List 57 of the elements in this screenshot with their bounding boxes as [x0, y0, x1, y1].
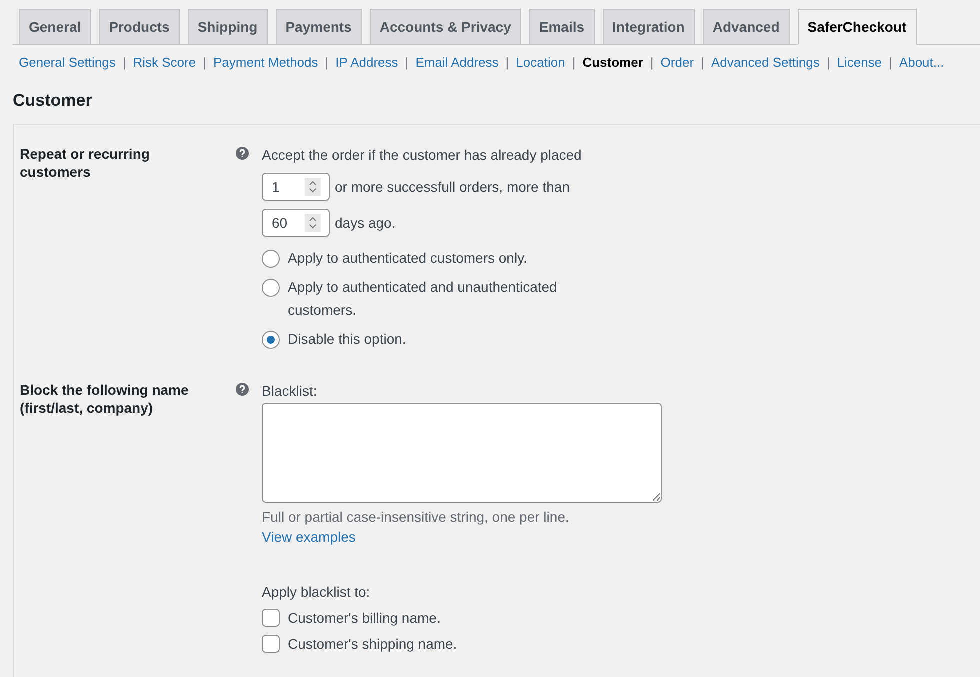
tab[interactable]: Accounts & Privacy [370, 9, 522, 45]
tab[interactable]: Integration [602, 9, 695, 45]
link-separator: | [506, 55, 510, 70]
link-separator: | [826, 55, 830, 70]
field-suffix: or more successfull orders, more than [335, 178, 570, 197]
radio-button[interactable] [262, 331, 280, 349]
view-examples-link[interactable]: View examples [262, 527, 356, 547]
subnav-link[interactable]: Order [660, 55, 694, 70]
subnav-link[interactable]: Risk Score [133, 55, 196, 70]
subnav-link[interactable]: General Settings [19, 55, 116, 70]
tab[interactable]: Advanced [702, 9, 790, 45]
spinner-arrows-icon[interactable] [305, 214, 321, 232]
checkbox[interactable] [262, 609, 280, 627]
link-separator: | [405, 55, 409, 70]
link-separator: | [701, 55, 704, 70]
subnav-link[interactable]: IP Address [336, 55, 398, 70]
number-field[interactable]: 1 [262, 173, 330, 201]
setting-intro: Accept the order if the customer has already placed [262, 146, 582, 165]
subnav-link[interactable]: Advanced Settings [711, 55, 820, 70]
radio-label: Apply to authenticated and unauthenticated customers. [288, 278, 558, 320]
spinner-arrows-icon[interactable] [305, 178, 321, 196]
checkbox[interactable] [262, 635, 280, 653]
subnav-link[interactable]: License [837, 55, 882, 70]
section-title: Customer [13, 91, 94, 111]
checkbox-label: Customer's shipping name. [288, 635, 458, 654]
subnav-link[interactable]: Email Address [416, 55, 499, 70]
subnav-link[interactable]: Payment Methods [213, 55, 318, 70]
help-icon[interactable] [236, 383, 249, 396]
apply-label: Apply blacklist to: [262, 583, 370, 602]
setting-label: Block the following name (first/last, company) [20, 381, 190, 418]
link-separator: | [203, 55, 206, 70]
subnav-link[interactable]: Customer [582, 55, 644, 70]
tab[interactable]: SaferCheckout [798, 9, 917, 45]
link-separator: | [122, 55, 126, 70]
tab[interactable]: Payments [276, 9, 362, 45]
link-separator: | [325, 55, 329, 70]
number-field[interactable]: 60 [262, 209, 330, 237]
help-icon[interactable] [236, 147, 249, 160]
checkbox-label: Customer's billing name. [288, 609, 441, 628]
tab[interactable]: General [19, 9, 92, 45]
radio-label: Apply to authenticated customers only. [288, 249, 528, 268]
field-suffix: days ago. [335, 214, 396, 233]
tab[interactable]: Products [99, 9, 180, 45]
field-label: Blacklist: [262, 382, 318, 401]
setting-label: Repeat or recurring customers [20, 145, 151, 182]
subnav-link[interactable]: About... [899, 55, 944, 70]
link-separator: | [889, 55, 892, 70]
radio-button[interactable] [262, 279, 280, 297]
link-separator: | [572, 55, 576, 70]
radio-button[interactable] [262, 250, 280, 268]
tab[interactable]: Emails [529, 9, 595, 45]
blacklist-field[interactable] [262, 403, 662, 503]
subnav-link[interactable]: Location [516, 55, 566, 70]
link-separator: | [650, 55, 654, 70]
field-hint: Full or partial case-insensitive string, one per line. [262, 508, 570, 527]
tab[interactable]: Shipping [188, 9, 268, 45]
radio-label: Disable this option. [288, 330, 406, 349]
